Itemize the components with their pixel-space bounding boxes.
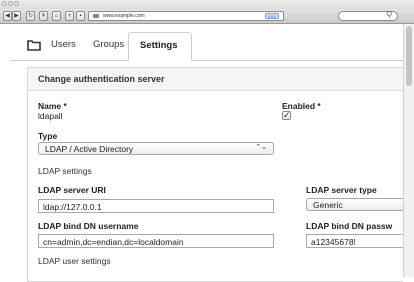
tab-settings-label: Settings [140,40,178,51]
bind-password-input[interactable]: a12345678! [306,234,403,248]
address-text: www.example.com [103,13,145,19]
select-arrows-icon: ⌃⌄ [255,144,267,151]
server-uri-label: LDAP server URI [38,185,106,195]
close-window-button[interactable] [2,1,7,6]
server-uri-value: ldap://127.0.0.1 [43,202,102,212]
check-icon: ✓ [283,110,291,120]
server-type-value: Generic [313,200,343,210]
search-input[interactable]: Q [338,11,398,21]
panel-title: Change authentication server [38,74,165,84]
forward-button[interactable]: ▶ [12,11,21,21]
ldap-settings-heading: LDAP settings [38,166,92,176]
bind-password-label: LDAP bind DN passw [306,221,393,231]
search-icon: Q [386,11,392,18]
browser-toolbar: ◀ ▶ ↻ ✕ ⌂ + ▪ www.example.com RSS Q [0,9,414,24]
bind-dn-value: cn=admin,dc=endian,dc=localdomain [43,237,184,247]
page-content: Users Groups Settings Change authenticat… [0,24,404,282]
tab-groups[interactable]: Groups [93,39,124,50]
ldap-user-settings-heading: LDAP user settings [38,256,111,266]
scrollbar-thumb[interactable] [406,26,412,86]
tab-bar: Users Groups Settings [10,32,403,61]
zoom-window-button[interactable] [14,1,19,6]
server-uri-input[interactable]: ldap://127.0.0.1 [38,199,274,213]
bind-dn-label: LDAP bind DN username [38,221,139,231]
page-icon: ▪ [76,11,85,21]
name-value: ldapall [38,111,63,121]
bind-password-value: a12345678! [311,237,356,247]
type-select[interactable]: LDAP / Active Directory ⌃⌄ [38,142,274,155]
address-bar[interactable]: www.example.com RSS [88,11,284,21]
tab-settings[interactable]: Settings [128,32,192,61]
back-button[interactable]: ◀ [3,11,12,21]
window-titlebar [0,0,414,9]
folder-icon [27,40,41,51]
stop-button[interactable]: ✕ [39,11,48,21]
bind-dn-input[interactable]: cn=admin,dc=endian,dc=localdomain [38,234,274,248]
add-bookmark-button[interactable]: + [65,11,74,21]
type-label: Type [38,131,58,141]
reload-button[interactable]: ↻ [26,11,35,21]
server-type-label: LDAP server type [306,185,377,195]
type-select-value: LDAP / Active Directory [45,144,134,154]
vertical-scrollbar[interactable] [403,24,414,277]
name-label: Name * [38,101,67,111]
enabled-checkbox[interactable]: ✓ [282,111,291,120]
panel-header: Change authentication server [28,68,404,91]
site-icon [93,14,99,18]
minimize-window-button[interactable] [8,1,13,6]
home-button[interactable]: ⌂ [52,11,61,21]
rss-icon[interactable]: RSS [265,13,279,19]
server-type-select[interactable]: Generic [306,198,403,211]
tab-users[interactable]: Users [51,39,76,50]
